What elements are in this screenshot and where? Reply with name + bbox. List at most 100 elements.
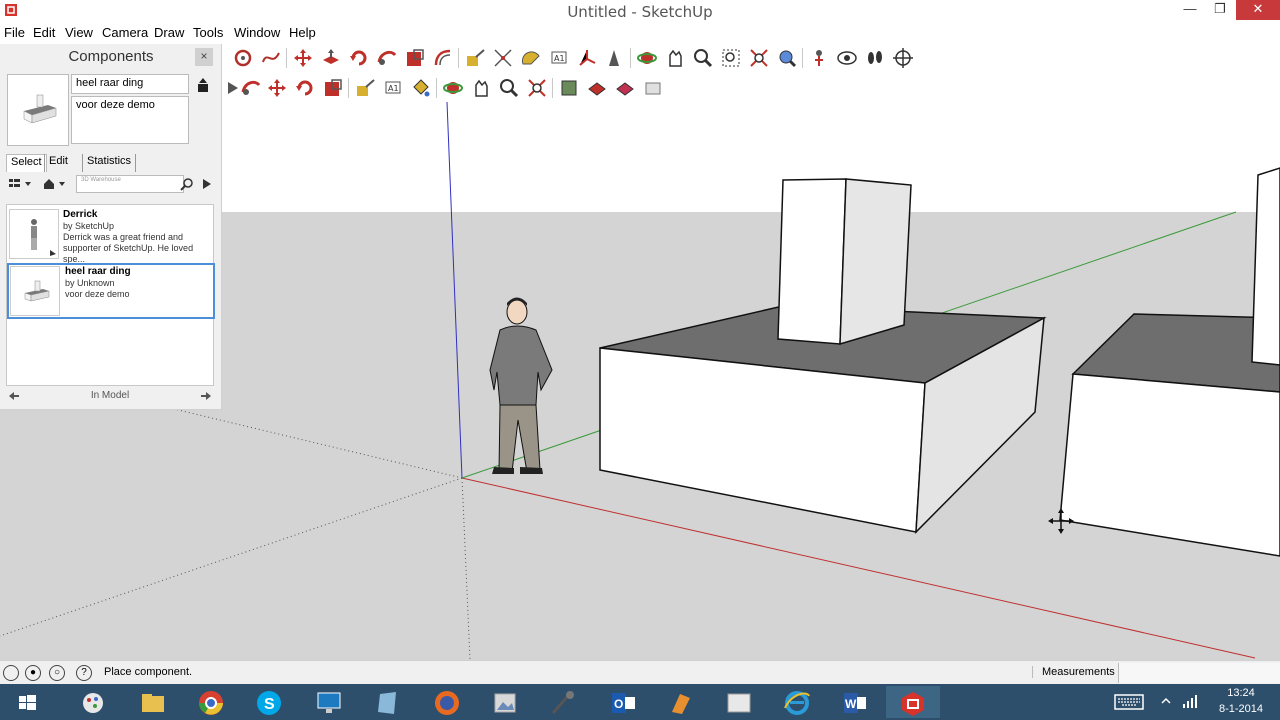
push-pull-icon[interactable] — [320, 47, 342, 69]
search-icon[interactable] — [180, 177, 194, 191]
list-item-selected[interactable]: heel raar ding by Unknown voor deze demo — [7, 263, 215, 319]
orbit-arc-icon[interactable] — [232, 47, 254, 69]
walk-icon[interactable] — [864, 47, 886, 69]
share-model-icon[interactable] — [586, 77, 608, 99]
tape-measure-icon[interactable] — [464, 47, 486, 69]
zoom-icon[interactable] — [692, 47, 714, 69]
item-description: voor deze demo — [65, 289, 130, 299]
taskbar-app[interactable] — [184, 686, 238, 718]
list-item[interactable]: Derrick by SketchUp Derrick was a great … — [7, 206, 215, 264]
user-icon[interactable]: ○ — [49, 665, 65, 681]
taskbar-app[interactable] — [478, 686, 532, 718]
home-icon[interactable] — [42, 177, 68, 191]
credits-icon[interactable]: ● — [25, 665, 41, 681]
close-button[interactable]: ✕ — [1236, 0, 1280, 20]
orbit-icon[interactable] — [636, 47, 658, 69]
taskbar-app[interactable] — [770, 686, 824, 718]
section-plane-icon[interactable] — [892, 47, 914, 69]
taskbar-app-sketchup-active[interactable] — [886, 686, 940, 718]
geolocation-icon[interactable] — [3, 665, 19, 681]
offset-icon[interactable] — [432, 47, 454, 69]
move-icon[interactable] — [292, 47, 314, 69]
tab-select[interactable]: Select — [6, 154, 47, 172]
zoom-extents-icon[interactable] — [526, 77, 548, 99]
next-collection-icon[interactable] — [200, 390, 212, 402]
clock-date[interactable]: 8-1-2014 — [1214, 703, 1268, 715]
sketchup-icon — [902, 692, 924, 716]
clock-time[interactable]: 13:24 — [1214, 687, 1268, 699]
extension-warehouse-icon[interactable] — [642, 77, 664, 99]
minimize-button[interactable]: — — [1176, 0, 1204, 20]
taskbar-app[interactable] — [360, 686, 414, 718]
panel-close-button[interactable]: × — [195, 48, 213, 66]
taskbar-app[interactable] — [536, 686, 590, 718]
network-icon[interactable] — [1182, 693, 1198, 709]
scale-icon[interactable] — [322, 77, 344, 99]
view-options-icon[interactable] — [8, 177, 34, 191]
taskbar-app[interactable] — [66, 686, 120, 718]
taskbar-app[interactable]: S — [242, 686, 296, 718]
position-camera-icon[interactable] — [808, 47, 830, 69]
freehand-icon[interactable] — [260, 47, 282, 69]
previous-view-icon[interactable] — [776, 47, 798, 69]
svg-text:A1: A1 — [388, 84, 399, 93]
rotate-icon[interactable] — [348, 47, 370, 69]
taskbar-app[interactable]: O — [596, 686, 650, 718]
menu-camera[interactable]: Camera — [102, 25, 148, 40]
keyboard-icon[interactable] — [1114, 694, 1144, 710]
text-icon[interactable]: A1 — [382, 77, 404, 99]
look-around-icon[interactable] — [836, 47, 858, 69]
measurements-input[interactable] — [1118, 663, 1280, 683]
scale-icon[interactable] — [404, 47, 426, 69]
pan-icon[interactable] — [470, 77, 492, 99]
component-preview — [7, 74, 69, 146]
3d-text-icon[interactable] — [604, 47, 626, 69]
start-button[interactable] — [0, 686, 46, 718]
show-hidden-icons-icon[interactable] — [1160, 696, 1172, 706]
follow-me-icon[interactable] — [240, 77, 262, 99]
follow-me-icon[interactable] — [376, 47, 398, 69]
tab-statistics[interactable]: Statistics — [82, 154, 137, 172]
taskbar-app[interactable] — [126, 686, 180, 718]
title-bar: Untitled - SketchUp — ❐ ✕ — [0, 0, 1280, 22]
axes-icon[interactable] — [576, 47, 598, 69]
rotate-icon[interactable] — [294, 77, 316, 99]
share-component-icon[interactable] — [614, 77, 636, 99]
component-name-field[interactable]: heel raar ding — [71, 74, 189, 94]
window-title: Untitled - SketchUp — [567, 3, 713, 21]
pan-icon[interactable] — [664, 47, 686, 69]
orbit-icon[interactable] — [442, 77, 464, 99]
previous-collection-icon[interactable] — [8, 390, 20, 402]
protractor-icon[interactable] — [520, 47, 542, 69]
tape-measure-icon[interactable] — [354, 77, 376, 99]
taskbar-app[interactable] — [654, 686, 708, 718]
move-icon[interactable] — [266, 77, 288, 99]
status-text: Place component. — [104, 666, 193, 678]
zoom-icon[interactable] — [498, 77, 520, 99]
component-description-field[interactable]: voor deze demo — [71, 96, 189, 144]
menu-view[interactable]: View — [65, 25, 93, 40]
taskbar-app[interactable] — [712, 686, 766, 718]
tab-edit[interactable]: Edit — [44, 154, 72, 172]
taskbar-app[interactable] — [420, 686, 474, 718]
help-icon[interactable]: ? — [76, 665, 92, 681]
maximize-button[interactable]: ❐ — [1206, 0, 1234, 20]
zoom-extents-icon[interactable] — [748, 47, 770, 69]
menu-edit[interactable]: Edit — [33, 25, 55, 40]
text-icon[interactable]: A1 — [548, 47, 570, 69]
taskbar-app[interactable] — [302, 686, 356, 718]
details-arrow-icon[interactable] — [200, 177, 214, 191]
warehouse-search-input[interactable]: 3D Warehouse — [76, 175, 184, 193]
3d-warehouse-icon[interactable] — [558, 77, 580, 99]
zoom-window-icon[interactable] — [720, 47, 742, 69]
menu-window[interactable]: Window — [234, 25, 280, 40]
display-secondary-pane-icon[interactable] — [196, 77, 210, 93]
paint-bucket-icon[interactable] — [410, 77, 432, 99]
dimension-icon[interactable] — [492, 47, 514, 69]
menu-tools[interactable]: Tools — [193, 25, 223, 40]
taskbar-app[interactable]: W — [828, 686, 882, 718]
person-icon — [31, 219, 56, 256]
menu-help[interactable]: Help — [289, 25, 316, 40]
menu-file[interactable]: File — [4, 25, 25, 40]
menu-draw[interactable]: Draw — [154, 25, 184, 40]
